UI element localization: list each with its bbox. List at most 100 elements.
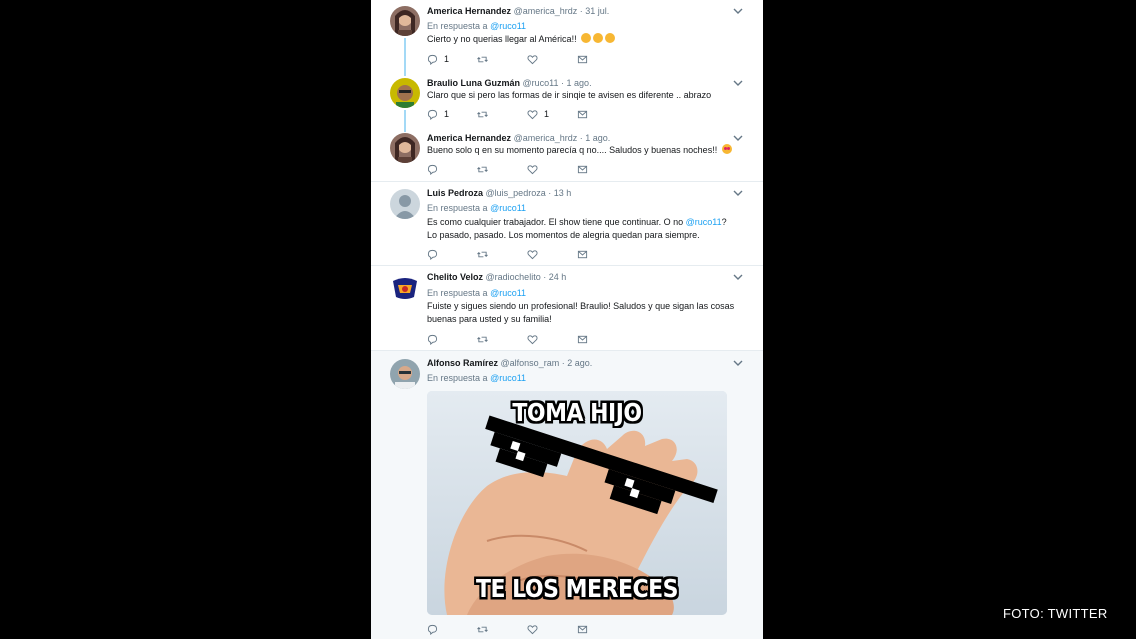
display-name[interactable]: Chelito Veloz	[427, 272, 483, 282]
reply-icon	[427, 164, 438, 175]
reply-button[interactable]	[427, 333, 444, 345]
retweet-button[interactable]	[477, 108, 494, 120]
retweet-button[interactable]	[477, 248, 494, 260]
avatar[interactable]	[390, 189, 420, 219]
emoji-icon	[605, 33, 616, 43]
tweet-header: Luis Pedroza @luis_pedroza · 13 h	[427, 188, 571, 198]
display-name[interactable]: Luis Pedroza	[427, 188, 483, 198]
like-button[interactable]: 1	[527, 108, 549, 120]
like-icon	[527, 54, 538, 64]
mention-link[interactable]: @ruco11	[490, 21, 526, 31]
tweet-actions	[427, 623, 627, 635]
like-button[interactable]	[527, 53, 544, 65]
reply-prefix: En respuesta a	[427, 373, 488, 383]
reply-button[interactable]	[427, 248, 444, 260]
retweet-button[interactable]	[477, 333, 494, 345]
like-icon	[527, 249, 538, 259]
caret-down-icon[interactable]	[733, 7, 743, 15]
handle[interactable]: @ruco11	[523, 78, 559, 88]
like-button[interactable]	[527, 163, 544, 175]
display-name[interactable]: Braulio Luna Guzmán	[427, 78, 520, 88]
caret-down-icon[interactable]	[733, 79, 743, 87]
like-button[interactable]	[527, 248, 544, 260]
avatar[interactable]	[390, 359, 420, 389]
reply-icon	[427, 249, 438, 260]
tweet-text: Fuiste y sigues siendo un profesional! B…	[427, 301, 735, 324]
tweet-header: Chelito Veloz @radiochelito · 24 h	[427, 272, 566, 282]
like-count: 1	[544, 109, 550, 119]
like-button[interactable]	[527, 333, 544, 345]
timestamp[interactable]: · 13 h	[548, 188, 571, 198]
avatar[interactable]	[390, 78, 420, 108]
caret-down-icon[interactable]	[733, 273, 743, 281]
tweet[interactable]: Braulio Luna Guzmán @ruco11 · 1 ago. Cla…	[371, 75, 763, 130]
message-button[interactable]	[577, 623, 588, 635]
message-button[interactable]	[577, 163, 588, 175]
tweet-text: Cierto y no querias llegar al América!!	[427, 33, 737, 46]
retweet-icon	[477, 56, 488, 62]
reply-button[interactable]	[427, 163, 444, 175]
message-icon	[577, 335, 588, 343]
message-button[interactable]	[577, 248, 588, 260]
tweet[interactable]: America Hernandez @america_hrdz · 31 jul…	[371, 0, 763, 75]
message-icon	[577, 110, 588, 118]
like-icon	[527, 624, 538, 634]
timestamp[interactable]: · 2 ago.	[562, 358, 593, 368]
tweet[interactable]: Chelito Veloz @radiochelito · 24 h En re…	[371, 265, 763, 350]
mention-link[interactable]: @ruco11	[490, 288, 526, 298]
reply-count: 1	[444, 54, 450, 64]
caret-down-icon[interactable]	[733, 189, 743, 197]
handle[interactable]: @alfonso_ram	[501, 358, 560, 368]
tweet-text: Es como cualquier trabajador. El show ti…	[427, 216, 737, 242]
retweet-button[interactable]	[477, 163, 494, 175]
reply-prefix: En respuesta a	[427, 203, 488, 213]
message-button[interactable]	[577, 108, 588, 120]
display-name[interactable]: America Hernandez	[427, 6, 511, 16]
tweet-header: Braulio Luna Guzmán @ruco11 · 1 ago.	[427, 78, 592, 88]
caret-down-icon[interactable]	[733, 359, 743, 367]
tweet[interactable]: Luis Pedroza @luis_pedroza · 13 h En res…	[371, 181, 763, 265]
retweet-icon	[477, 626, 488, 632]
retweet-button[interactable]	[477, 623, 494, 635]
reply-context: En respuesta a @ruco11	[427, 21, 526, 31]
mention-link[interactable]: @ruco11	[490, 203, 526, 213]
reply-icon	[427, 624, 438, 635]
caret-down-icon[interactable]	[733, 134, 743, 142]
mention-link[interactable]: @ruco11	[686, 217, 722, 227]
timestamp[interactable]: · 1 ago.	[580, 133, 611, 143]
tweet-actions	[427, 248, 627, 260]
message-button[interactable]	[577, 53, 588, 65]
timestamp[interactable]: · 1 ago.	[561, 78, 592, 88]
tweet-header: Alfonso Ramírez @alfonso_ram · 2 ago.	[427, 358, 592, 368]
message-button[interactable]	[577, 333, 588, 345]
display-name[interactable]: Alfonso Ramírez	[427, 358, 498, 368]
display-name[interactable]: America Hernandez	[427, 133, 511, 143]
tweet[interactable]: America Hernandez @america_hrdz · 1 ago.…	[371, 130, 763, 181]
handle[interactable]: @america_hrdz	[514, 133, 578, 143]
reply-button[interactable]: 1	[427, 108, 449, 120]
meme-image[interactable]: TOMA HIJO TE LOS MERECES	[427, 391, 727, 615]
tweet-text-content: Bueno solo q en su momento parecía q no.…	[427, 145, 718, 155]
like-icon	[527, 109, 538, 119]
avatar[interactable]	[390, 133, 420, 163]
retweet-icon	[477, 336, 488, 342]
handle[interactable]: @america_hrdz	[514, 6, 578, 16]
heart-eyes-emoji-icon	[721, 144, 732, 154]
timestamp[interactable]: · 31 jul.	[580, 6, 610, 16]
timestamp[interactable]: · 24 h	[543, 272, 566, 282]
like-button[interactable]	[527, 623, 544, 635]
mention-link[interactable]: @ruco11	[490, 373, 526, 383]
emoji-icon	[593, 33, 604, 43]
avatar[interactable]	[390, 6, 420, 36]
reply-button[interactable]: 1	[427, 53, 449, 65]
retweet-button[interactable]	[477, 53, 494, 65]
tweet-actions: 1 1	[427, 108, 627, 120]
reply-button[interactable]	[427, 623, 444, 635]
avatar[interactable]	[390, 273, 420, 303]
handle[interactable]: @luis_pedroza	[486, 188, 546, 198]
reply-icon	[427, 109, 438, 120]
handle[interactable]: @radiochelito	[486, 272, 541, 282]
message-icon	[577, 55, 588, 63]
reply-context: En respuesta a @ruco11	[427, 288, 526, 298]
tweet-text-content: Es como cualquier trabajador. El show ti…	[427, 217, 686, 227]
